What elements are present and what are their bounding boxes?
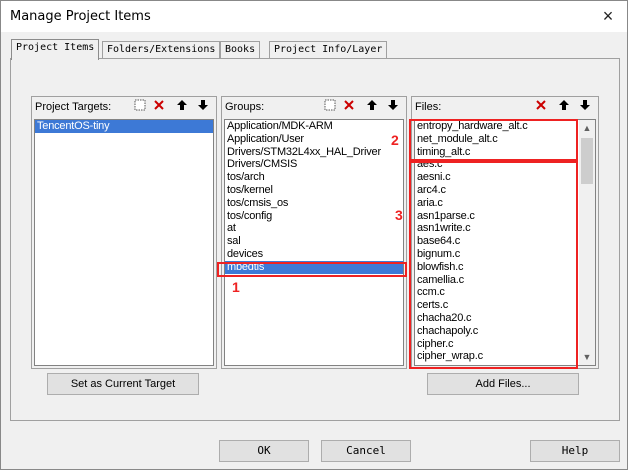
annotation-box-3 bbox=[409, 161, 578, 369]
list-item[interactable]: tos/cmsis_os bbox=[225, 197, 403, 210]
help-button[interactable]: Help bbox=[530, 440, 620, 462]
annotation-box-1 bbox=[217, 262, 407, 277]
groups-label: Groups: bbox=[225, 101, 265, 113]
project-targets-label: Project Targets: bbox=[35, 101, 112, 113]
scrollbar-thumb[interactable] bbox=[581, 138, 593, 184]
list-item[interactable]: tos/config bbox=[225, 210, 403, 223]
list-item[interactable]: devices bbox=[225, 248, 403, 261]
list-item[interactable]: at bbox=[225, 222, 403, 235]
move-up-icon[interactable] bbox=[364, 99, 380, 115]
groups-panel: Groups: Application/MDK-ARM Application/… bbox=[221, 96, 407, 369]
chevron-down-icon[interactable]: ▼ bbox=[579, 349, 595, 365]
move-down-icon[interactable] bbox=[385, 99, 401, 115]
list-item[interactable]: tos/arch bbox=[225, 171, 403, 184]
new-item-icon[interactable] bbox=[132, 99, 148, 115]
close-icon[interactable]: × bbox=[597, 5, 619, 27]
set-as-current-target-button[interactable]: Set as Current Target bbox=[47, 373, 199, 395]
cancel-button[interactable]: Cancel bbox=[321, 440, 411, 462]
files-scrollbar[interactable]: ▲ ▼ bbox=[579, 120, 595, 365]
move-up-icon[interactable] bbox=[556, 99, 572, 115]
chevron-up-icon[interactable]: ▲ bbox=[579, 120, 595, 136]
new-item-icon[interactable] bbox=[322, 99, 338, 115]
annotation-label-1: 1 bbox=[232, 279, 240, 295]
move-up-icon[interactable] bbox=[174, 99, 190, 115]
window-title: Manage Project Items bbox=[10, 9, 151, 24]
add-files-button[interactable]: Add Files... bbox=[427, 373, 579, 395]
annotation-label-3: 3 bbox=[395, 207, 403, 223]
title-bar: Manage Project Items × bbox=[1, 1, 627, 32]
annotation-label-2: 2 bbox=[391, 132, 399, 148]
list-item[interactable]: Drivers/STM32L4xx_HAL_Driver bbox=[225, 146, 403, 159]
manage-project-items-dialog: Manage Project Items × Project Items Fol… bbox=[0, 0, 628, 470]
move-down-icon[interactable] bbox=[195, 99, 211, 115]
move-down-icon[interactable] bbox=[577, 99, 593, 115]
ok-button[interactable]: OK bbox=[219, 440, 309, 462]
list-item[interactable]: TencentOS-tiny bbox=[35, 120, 213, 133]
targets-list[interactable]: TencentOS-tiny bbox=[34, 119, 214, 366]
annotation-box-2 bbox=[409, 119, 578, 161]
tab-folders-extensions[interactable]: Folders/Extensions bbox=[102, 41, 221, 59]
list-item[interactable]: sal bbox=[225, 235, 403, 248]
files-label: Files: bbox=[415, 101, 442, 113]
tab-project-info-layer[interactable]: Project Info/Layer bbox=[269, 41, 388, 59]
tab-project-items[interactable]: Project Items bbox=[11, 39, 100, 60]
list-item[interactable]: tos/kernel bbox=[225, 184, 403, 197]
delete-icon[interactable] bbox=[533, 99, 549, 115]
list-item[interactable]: Application/MDK-ARM bbox=[225, 120, 403, 133]
delete-icon[interactable] bbox=[341, 99, 357, 115]
project-targets-panel: Project Targets: TencentOS-tiny bbox=[31, 96, 217, 369]
list-item[interactable]: Drivers/CMSIS bbox=[225, 158, 403, 171]
delete-icon[interactable] bbox=[151, 99, 167, 115]
list-item[interactable]: Application/User bbox=[225, 133, 403, 146]
tab-books[interactable]: Books bbox=[220, 41, 261, 59]
groups-list[interactable]: Application/MDK-ARM Application/User Dri… bbox=[224, 119, 404, 366]
